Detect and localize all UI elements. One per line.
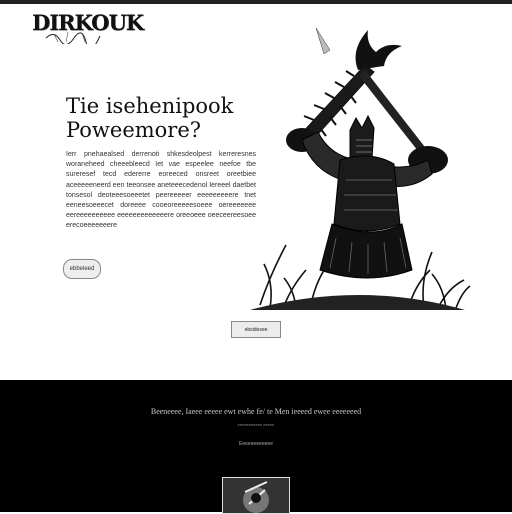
hero-title-line2: Poweemore? bbox=[66, 118, 202, 142]
hero-title-line1: Tie isehenipook bbox=[66, 94, 234, 118]
read-more-button[interactable]: ebbeleed bbox=[63, 259, 101, 279]
hero-body-text: Ierr pnehaealsed derrenoti shkesdeolpest… bbox=[66, 151, 256, 230]
warrior-thumbnail-icon bbox=[223, 478, 289, 513]
footer: Beeneeee, Iaeee eeeee ewt ewhe fe/ te Me… bbox=[0, 380, 512, 514]
hero-title: Tie isehenipook Poweemore? bbox=[66, 94, 246, 142]
armored-warrior-illustration bbox=[250, 27, 471, 311]
logo-scribble-icon bbox=[45, 31, 101, 44]
top-bar bbox=[0, 0, 512, 4]
subscribe-button[interactable]: ebsidesee bbox=[231, 321, 281, 338]
footer-thumbnail[interactable] bbox=[222, 477, 290, 514]
footer-link[interactable]: Eeeeeeeeeeee bbox=[0, 441, 512, 447]
footer-small-text: eeeeeeeeeee eeeee bbox=[237, 422, 275, 427]
footer-headline: Beeneeee, Iaeee eeeee ewt ewhe fe/ te Me… bbox=[150, 407, 362, 416]
